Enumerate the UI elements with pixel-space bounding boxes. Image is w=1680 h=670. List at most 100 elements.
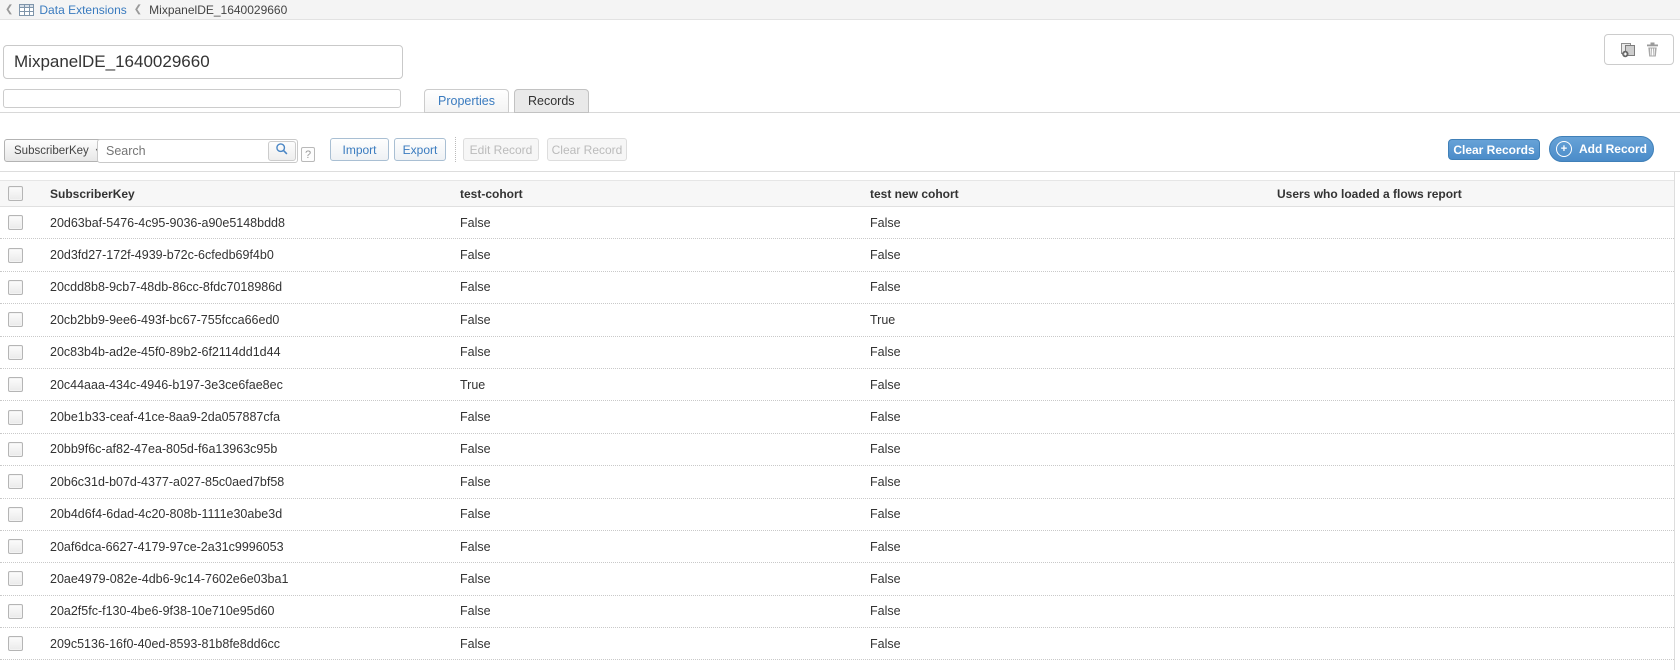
cell-test-new-cohort: False [870,507,1277,521]
search-field-selector[interactable]: SubscriberKey ▾ [4,139,110,162]
column-header-test-new-cohort[interactable]: test new cohort [870,187,1277,201]
cell-test-cohort: True [460,378,870,392]
clear-records-button[interactable]: Clear Records [1448,139,1540,160]
search-box [97,139,298,163]
cell-subscriber-key: 20c83b4b-ad2e-45f0-89b2-6f2114dd1d44 [45,345,460,359]
cell-subscriber-key: 209c5136-16f0-40ed-8593-81b8fe8dd6cc [45,637,460,651]
search-button[interactable] [268,141,296,161]
table-row[interactable]: 20cb2bb9-9ee6-493f-bc67-755fcca66ed0 Fal… [0,304,1674,336]
cell-subscriber-key: 20d3fd27-172f-4939-b72c-6cfedb69f4b0 [45,248,460,262]
clear-record-button: Clear Record [547,138,627,161]
edit-record-button: Edit Record [463,138,539,161]
row-checkbox[interactable] [8,539,23,554]
row-checkbox[interactable] [8,312,23,327]
cell-subscriber-key: 20ae4979-082e-4db6-9c14-7602e6e03ba1 [45,572,460,586]
row-checkbox[interactable] [8,377,23,392]
breadcrumb-separator-icon: ❮ [134,4,142,15]
header-actions-group [1604,34,1674,65]
table-row[interactable]: 20ae4979-082e-4db6-9c14-7602e6e03ba1 Fal… [0,563,1674,595]
data-extension-name-input[interactable] [3,45,403,79]
table-top-border [0,171,1680,172]
cell-test-new-cohort: False [870,216,1277,230]
tab-properties[interactable]: Properties [424,89,509,113]
records-table: SubscriberKey test-cohort test new cohor… [0,180,1674,660]
export-button[interactable]: Export [394,138,446,161]
breadcrumb-current-item: MixpanelDE_1640029660 [149,3,287,17]
tab-records[interactable]: Records [514,89,589,113]
cell-test-new-cohort: False [870,540,1277,554]
table-row[interactable]: 20b4d6f4-6dad-4c20-808b-1111e30abe3d Fal… [0,499,1674,531]
cell-test-new-cohort: False [870,442,1277,456]
cell-test-cohort: False [460,248,870,262]
row-checkbox[interactable] [8,215,23,230]
breadcrumb: ❮ Data Extensions ❮ MixpanelDE_164002966… [0,0,1680,20]
cell-test-cohort: False [460,637,870,651]
cell-subscriber-key: 20bb9f6c-af82-47ea-805d-f6a13963c95b [45,442,460,456]
cell-test-cohort: False [460,313,870,327]
row-checkbox[interactable] [8,507,23,522]
cell-test-cohort: False [460,475,870,489]
cell-test-new-cohort: False [870,248,1277,262]
cell-subscriber-key: 20c44aaa-434c-4946-b197-3e3ce6fae8ec [45,378,460,392]
column-header-users-flows-report[interactable]: Users who loaded a flows report [1277,187,1674,201]
cell-test-cohort: False [460,345,870,359]
search-input[interactable] [98,144,268,158]
cell-test-cohort: False [460,410,870,424]
help-icon[interactable]: ? [301,147,315,162]
cell-test-cohort: False [460,442,870,456]
breadcrumb-link-data-extensions[interactable]: Data Extensions [39,3,126,17]
cell-test-new-cohort: False [870,410,1277,424]
column-header-test-cohort[interactable]: test-cohort [460,187,870,201]
select-all-checkbox[interactable] [8,186,23,201]
cell-subscriber-key: 20b6c31d-b07d-4377-a027-85c0aed7bf58 [45,475,460,489]
row-checkbox[interactable] [8,474,23,489]
trash-icon[interactable] [1646,42,1659,57]
data-extension-grid-icon [19,4,34,16]
table-row[interactable]: 20d3fd27-172f-4939-b72c-6cfedb69f4b0 Fal… [0,239,1674,271]
row-checkbox[interactable] [8,636,23,651]
row-checkbox[interactable] [8,571,23,586]
table-row[interactable]: 20cdd8b8-9cb7-48db-86cc-8fdc7018986d Fal… [0,272,1674,304]
row-checkbox[interactable] [8,248,23,263]
table-row[interactable]: 20b6c31d-b07d-4377-a027-85c0aed7bf58 Fal… [0,466,1674,498]
back-chevron-icon[interactable]: ❮ [5,4,13,15]
row-checkbox[interactable] [8,604,23,619]
copy-icon[interactable] [1620,42,1637,58]
cell-subscriber-key: 20d63baf-5476-4c95-9036-a90e5148bdd8 [45,216,460,230]
table-row[interactable]: 20c83b4b-ad2e-45f0-89b2-6f2114dd1d44 Fal… [0,337,1674,369]
add-record-button[interactable]: + Add Record [1549,136,1654,162]
import-button[interactable]: Import [330,138,389,161]
tabs-divider-line [0,112,1680,113]
table-row[interactable]: 209c5136-16f0-40ed-8593-81b8fe8dd6cc Fal… [0,628,1674,660]
table-right-border [1674,171,1675,670]
data-extension-description-input[interactable] [3,89,401,108]
cell-subscriber-key: 20cdd8b8-9cb7-48db-86cc-8fdc7018986d [45,280,460,294]
cell-test-new-cohort: False [870,637,1277,651]
cell-test-cohort: False [460,572,870,586]
cell-test-new-cohort: False [870,572,1277,586]
cell-subscriber-key: 20cb2bb9-9ee6-493f-bc67-755fcca66ed0 [45,313,460,327]
cell-test-new-cohort: True [870,313,1277,327]
table-row[interactable]: 20be1b33-ceaf-41ce-8aa9-2da057887cfa Fal… [0,401,1674,433]
cell-test-new-cohort: False [870,345,1277,359]
row-checkbox[interactable] [8,442,23,457]
table-header-row: SubscriberKey test-cohort test new cohor… [0,180,1674,207]
cell-test-cohort: False [460,604,870,618]
row-checkbox[interactable] [8,280,23,295]
cell-subscriber-key: 20a2f5fc-f130-4be6-9f38-10e710e95d60 [45,604,460,618]
cell-test-new-cohort: False [870,378,1277,392]
cell-subscriber-key: 20be1b33-ceaf-41ce-8aa9-2da057887cfa [45,410,460,424]
table-row[interactable]: 20d63baf-5476-4c95-9036-a90e5148bdd8 Fal… [0,207,1674,239]
table-body: 20d63baf-5476-4c95-9036-a90e5148bdd8 Fal… [0,207,1674,660]
column-header-subscriberkey[interactable]: SubscriberKey [45,187,460,201]
table-row[interactable]: 20a2f5fc-f130-4be6-9f38-10e710e95d60 Fal… [0,596,1674,628]
search-field-selector-label: SubscriberKey [14,145,89,157]
table-row[interactable]: 20bb9f6c-af82-47ea-805d-f6a13963c95b Fal… [0,434,1674,466]
table-row[interactable]: 20c44aaa-434c-4946-b197-3e3ce6fae8ec Tru… [0,369,1674,401]
cell-test-cohort: False [460,507,870,521]
cell-test-cohort: False [460,216,870,230]
table-row[interactable]: 20af6dca-6627-4179-97ce-2a31c9996053 Fal… [0,531,1674,563]
row-checkbox[interactable] [8,345,23,360]
row-checkbox[interactable] [8,410,23,425]
plus-icon: + [1556,141,1572,157]
